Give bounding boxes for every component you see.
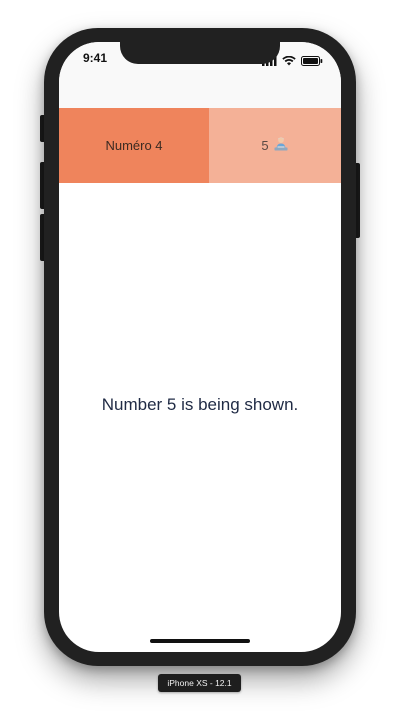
phone-frame: 9:41 Numéro 4 5 Number 5 is being shown. — [44, 28, 356, 666]
device-notch — [120, 42, 280, 64]
home-indicator[interactable] — [150, 639, 250, 643]
tab-5-content: 5 — [261, 136, 288, 155]
tab-numero-4[interactable]: Numéro 4 — [59, 108, 209, 183]
battery-icon — [301, 53, 323, 71]
person-at-laptop-icon — [273, 136, 289, 155]
wifi-icon — [282, 53, 296, 71]
phone-screen: 9:41 Numéro 4 5 Number 5 is being shown. — [59, 42, 341, 652]
content-message: Number 5 is being shown. — [101, 395, 299, 414]
top-tab-bar: Numéro 4 5 — [59, 108, 341, 183]
device-label: iPhone XS - 12.1 — [158, 674, 241, 692]
navigation-bar — [59, 78, 341, 108]
status-time: 9:41 — [83, 51, 108, 65]
simulator-stage: 9:41 Numéro 4 5 Number 5 is being shown.… — [0, 0, 400, 716]
tab-label: Numéro 4 — [105, 138, 163, 153]
tab-5[interactable]: 5 — [209, 108, 341, 183]
tab-label: 5 — [261, 138, 269, 153]
